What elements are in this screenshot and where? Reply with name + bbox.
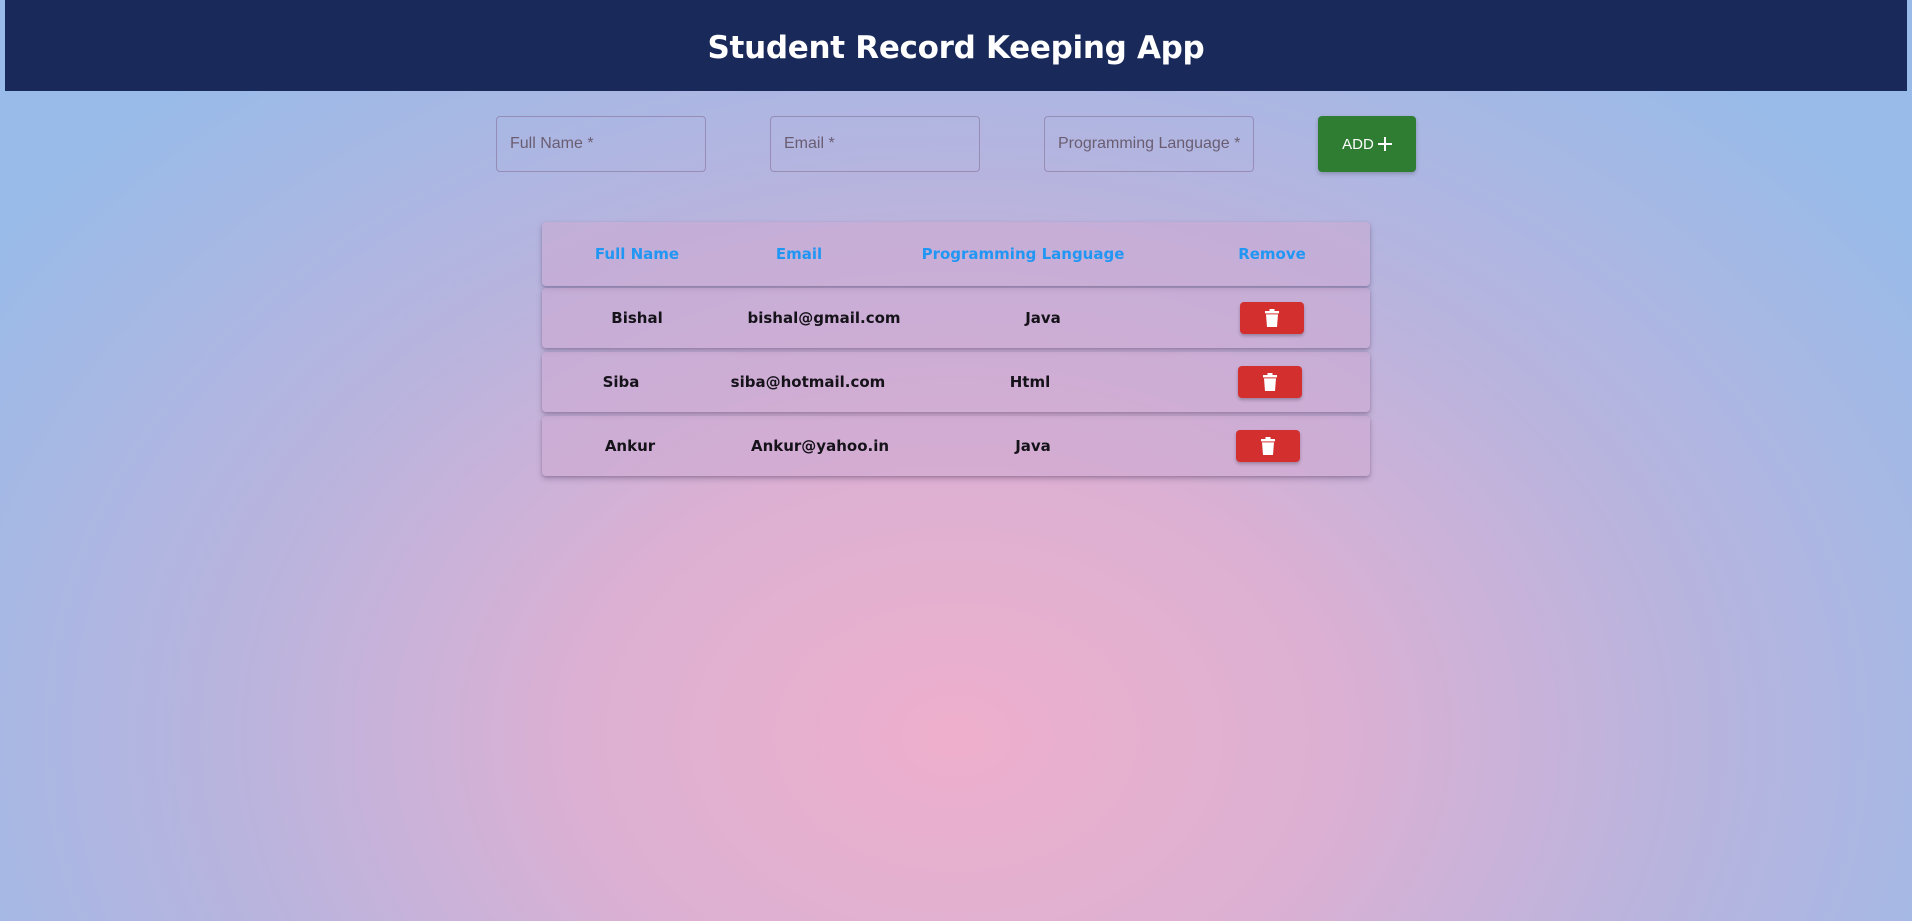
- row-email: bishal@gmail.com: [747, 309, 901, 327]
- row-programming-language: Html: [1009, 373, 1051, 391]
- table-header-row: Full Name Email Programming Language Rem…: [542, 222, 1370, 286]
- trash-icon: [1261, 437, 1275, 455]
- add-button-label: ADD: [1342, 135, 1374, 153]
- delete-button[interactable]: [1238, 366, 1302, 398]
- column-header-email: Email: [775, 245, 823, 263]
- delete-button[interactable]: [1240, 302, 1304, 334]
- column-header-programming-language: Programming Language: [921, 245, 1125, 263]
- full-name-input[interactable]: [497, 117, 705, 171]
- column-header-remove: Remove: [1238, 245, 1306, 263]
- table-row: Bishal bishal@gmail.com Java: [542, 288, 1370, 348]
- row-remove-cell: [1222, 288, 1322, 348]
- plus-icon: [1377, 137, 1392, 151]
- add-button[interactable]: ADD: [1318, 116, 1416, 172]
- programming-language-field[interactable]: [1044, 116, 1254, 172]
- row-remove-cell: [1218, 416, 1318, 476]
- page-title: Student Record Keeping App: [707, 29, 1205, 66]
- email-field[interactable]: [770, 116, 980, 172]
- row-email: Ankur@yahoo.in: [750, 437, 890, 455]
- row-email: siba@hotmail.com: [730, 373, 886, 391]
- row-full-name: Bishal: [611, 309, 663, 327]
- table-row: Ankur Ankur@yahoo.in Java: [542, 416, 1370, 476]
- row-full-name: Ankur: [604, 437, 656, 455]
- row-programming-language: Java: [1025, 309, 1061, 327]
- app-header: Student Record Keeping App: [5, 0, 1907, 91]
- delete-button[interactable]: [1236, 430, 1300, 462]
- email-input[interactable]: [771, 117, 979, 171]
- row-remove-cell: [1220, 352, 1320, 412]
- programming-language-input[interactable]: [1045, 117, 1253, 171]
- trash-icon: [1265, 309, 1279, 327]
- column-header-full-name: Full Name: [594, 245, 680, 263]
- row-programming-language: Java: [1015, 437, 1051, 455]
- row-full-name: Siba: [602, 373, 640, 391]
- full-name-field[interactable]: [496, 116, 706, 172]
- table-row: Siba siba@hotmail.com Html: [542, 352, 1370, 412]
- trash-icon: [1263, 373, 1277, 391]
